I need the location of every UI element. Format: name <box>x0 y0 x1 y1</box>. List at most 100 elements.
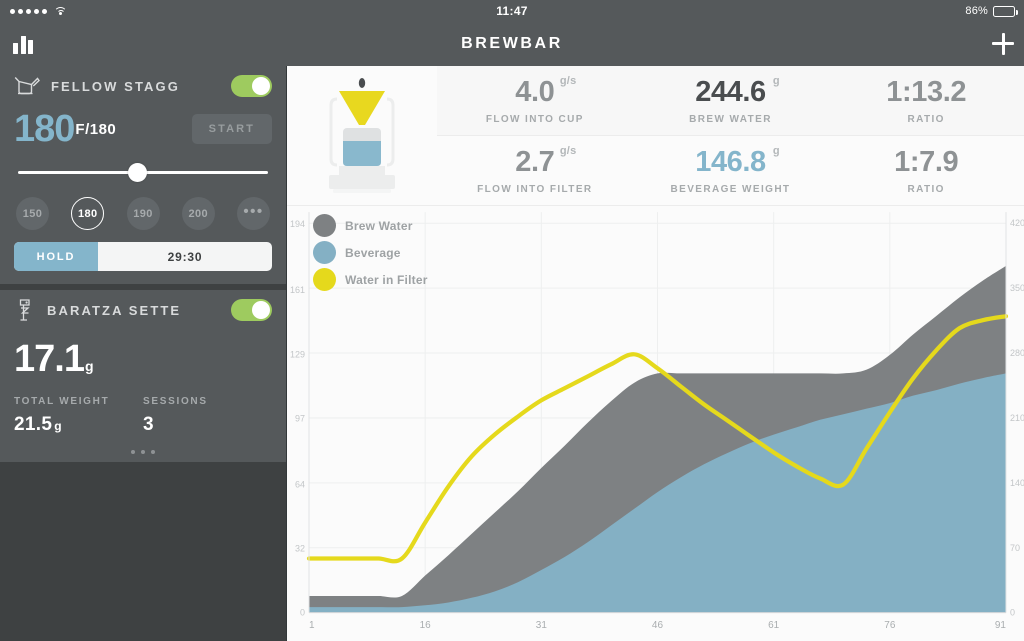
flow-into-cup-value: 4.0g/s <box>515 76 554 109</box>
ratio-bottom-label: RATIO <box>828 179 1024 195</box>
kettle-target-temp: /180 <box>85 121 116 138</box>
metric-flow-into-cup: 4.0g/s FLOW INTO CUP <box>437 76 633 125</box>
metric-beverage-weight: 146.8 g BEVERAGE WEIGHT <box>633 146 829 195</box>
metric-brew-water: 244.6g BREW WATER <box>633 76 829 125</box>
flow-into-cup-unit: g/s <box>560 75 577 87</box>
flow-into-filter-label: FLOW INTO FILTER <box>437 179 633 195</box>
preset-180[interactable]: 180 <box>71 197 104 230</box>
brew-chart: 0326497129161194070140210280350420116314… <box>287 206 1024 641</box>
kettle-icon <box>14 76 40 96</box>
svg-text:420: 420 <box>1010 218 1024 228</box>
beverage-weight-number: 146.8 <box>695 146 766 178</box>
grinder-weight-readout: 17.1g <box>14 330 272 382</box>
kettle-temperature-row: 180 F /180 START <box>14 106 272 150</box>
ratio-top-label: RATIO <box>828 109 1024 125</box>
total-weight-number: 21.5 <box>14 414 52 435</box>
sessions-value: 3 <box>143 407 272 436</box>
kettle-current-temp: 180 <box>14 110 74 148</box>
svg-text:91: 91 <box>995 620 1007 631</box>
svg-text:61: 61 <box>768 620 780 631</box>
hold-button[interactable]: HOLD <box>14 242 98 271</box>
plus-icon[interactable] <box>990 27 1024 61</box>
kettle-name: FELLOW STAGG <box>51 79 180 94</box>
total-weight-unit: g <box>54 419 62 433</box>
legend-label-brew-water: Brew Water <box>345 219 413 233</box>
hold-bar-container: HOLD 29:30 <box>0 242 286 284</box>
total-weight-stat: TOTAL WEIGHT 21.5g <box>14 396 143 436</box>
status-bar-clock: 11:47 <box>0 4 1024 18</box>
battery-icon <box>993 6 1015 17</box>
legend-swatch-beverage <box>313 241 336 264</box>
metric-row-top: 4.0g/s FLOW INTO CUP 244.6g BREW WATER 1… <box>437 66 1024 136</box>
beverage-weight-unit: g <box>773 145 780 157</box>
hold-timer-value: 29:30 <box>98 242 272 271</box>
grinder-weight-value: 17.1 <box>14 338 84 380</box>
preset-150[interactable]: 150 <box>16 197 49 230</box>
total-weight-value: 21.5g <box>14 407 143 436</box>
svg-text:280: 280 <box>1010 348 1024 358</box>
temperature-presets: 150 180 190 200 ••• <box>14 188 272 242</box>
svg-text:194: 194 <box>290 219 305 229</box>
grinder-weight-unit: g <box>85 358 94 374</box>
kettle-panel: FELLOW STAGG 180 F /180 START 150 180 19 <box>0 66 286 242</box>
flow-into-filter-value: 2.7g/s <box>515 146 554 179</box>
metric-ratio-top: 1:13.2 RATIO <box>828 76 1024 125</box>
pour-over-brewer-icon <box>287 66 437 205</box>
grinder-header: BARATZA SETTE <box>14 290 272 330</box>
flow-into-filter-number: 2.7 <box>515 146 554 178</box>
flow-into-cup-number: 4.0 <box>515 76 554 108</box>
kettle-header: FELLOW STAGG <box>14 66 272 106</box>
device-sidebar: FELLOW STAGG 180 F /180 START 150 180 19 <box>0 66 287 641</box>
svg-text:46: 46 <box>652 620 664 631</box>
hold-timer-bar[interactable]: HOLD 29:30 <box>14 242 272 271</box>
svg-text:32: 32 <box>295 544 305 554</box>
ratio-bottom-value: 1:7.9 <box>894 146 958 179</box>
metric-ratio-bottom: 1:7.9 RATIO <box>828 146 1024 195</box>
preset-more-button[interactable]: ••• <box>237 197 270 230</box>
page-indicator[interactable] <box>0 442 286 462</box>
legend-swatch-brew-water <box>313 214 336 237</box>
temperature-slider[interactable] <box>18 160 268 184</box>
grinder-panel: BARATZA SETTE 17.1g TOTAL WEIGHT 21.5g S… <box>0 290 286 442</box>
start-button[interactable]: START <box>192 114 272 144</box>
main-content: FELLOW STAGG 180 F /180 START 150 180 19 <box>0 66 1024 641</box>
nav-bar: BREWBAR <box>0 22 1024 66</box>
preset-200[interactable]: 200 <box>182 197 215 230</box>
flow-into-filter-unit: g/s <box>560 145 577 157</box>
svg-text:0: 0 <box>1010 608 1015 618</box>
svg-text:0: 0 <box>300 608 305 618</box>
preset-190[interactable]: 190 <box>127 197 160 230</box>
brew-water-value: 244.6g <box>695 76 766 109</box>
svg-text:76: 76 <box>884 620 896 631</box>
metrics-panel: 4.0g/s FLOW INTO CUP 244.6g BREW WATER 1… <box>287 66 1024 206</box>
status-bar: 11:47 86% <box>0 0 1024 22</box>
svg-text:31: 31 <box>536 620 548 631</box>
grinder-power-toggle[interactable] <box>231 299 272 321</box>
brew-water-unit: g <box>773 75 780 87</box>
svg-text:210: 210 <box>1010 413 1024 423</box>
legend-swatch-water-in-filter <box>313 268 336 291</box>
svg-text:64: 64 <box>295 479 305 489</box>
slider-thumb[interactable] <box>128 163 147 182</box>
svg-text:70: 70 <box>1010 543 1020 553</box>
beverage-weight-label: BEVERAGE WEIGHT <box>633 179 829 195</box>
legend-label-beverage: Beverage <box>345 246 401 260</box>
kettle-temp-unit: F <box>75 121 85 138</box>
grinder-icon <box>14 298 36 322</box>
svg-text:1: 1 <box>309 620 315 631</box>
chart-legend: Brew Water Beverage Water in Filter <box>313 212 428 293</box>
grinder-name: BARATZA SETTE <box>47 303 181 318</box>
flow-into-cup-label: FLOW INTO CUP <box>437 109 633 125</box>
brew-water-number: 244.6 <box>695 76 766 108</box>
svg-text:16: 16 <box>420 620 432 631</box>
legend-item-beverage: Beverage <box>313 239 428 266</box>
legend-item-water-in-filter: Water in Filter <box>313 266 428 293</box>
svg-text:350: 350 <box>1010 283 1024 293</box>
sessions-label: SESSIONS <box>143 396 272 407</box>
metric-grid: 4.0g/s FLOW INTO CUP 244.6g BREW WATER 1… <box>437 66 1024 205</box>
svg-text:129: 129 <box>290 349 305 359</box>
svg-text:161: 161 <box>290 285 305 295</box>
sidebar-empty-area <box>0 462 286 641</box>
page-title: BREWBAR <box>0 35 1024 53</box>
kettle-power-toggle[interactable] <box>231 75 272 97</box>
